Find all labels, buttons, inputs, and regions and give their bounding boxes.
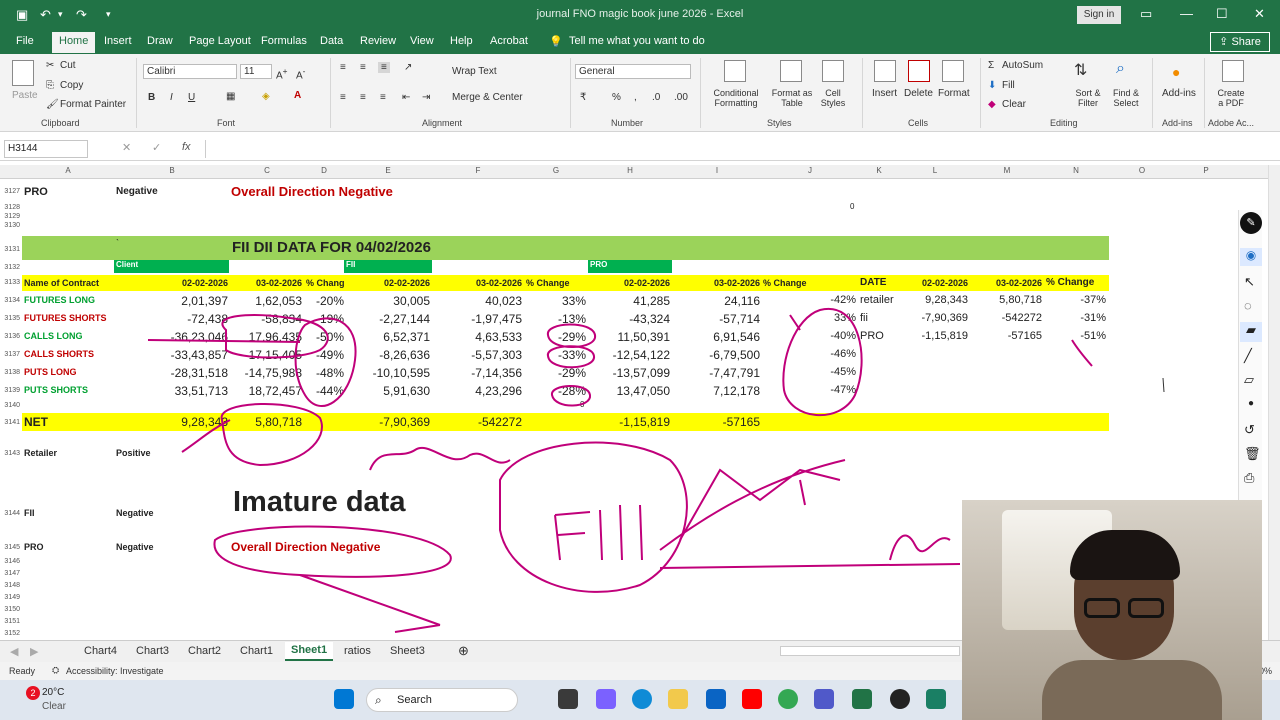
- weather-badge[interactable]: 2: [26, 686, 40, 700]
- next-sheet-icon[interactable]: ▶: [30, 645, 38, 658]
- horizontal-scrollbar[interactable]: [780, 646, 960, 656]
- person-shoulders: [1042, 660, 1222, 720]
- pen-toolbar: ✎ ◉ ↖ ◌ ▰ ╱ ▱ ● ↺ 🗑 ⎙: [1238, 210, 1262, 500]
- ink-circle-fii-pct2: [547, 345, 595, 369]
- dot-icon[interactable]: ●: [1248, 398, 1254, 409]
- windows-start-icon[interactable]: [334, 689, 354, 709]
- ink-direction-oval: [213, 525, 452, 578]
- ink-big-circle: [499, 441, 688, 593]
- outlook-icon[interactable]: [706, 689, 726, 709]
- ink-tick-right: [1162, 377, 1165, 393]
- ink-down-arrow: [299, 574, 441, 633]
- webcam-overlay: [962, 500, 1262, 720]
- pen-icon[interactable]: ✎: [1240, 212, 1262, 234]
- highlighter-icon[interactable]: ▰: [1240, 322, 1262, 342]
- person-hair: [1070, 530, 1180, 580]
- search-icon: ⌕: [375, 693, 382, 707]
- weather-desc: Clear: [42, 701, 66, 712]
- sheet-tab-chart3[interactable]: Chart3: [136, 645, 169, 657]
- vertical-scrollbar[interactable]: [1268, 165, 1280, 640]
- sheet-tab-ratios[interactable]: ratios: [344, 645, 371, 657]
- search-label: Search: [397, 694, 432, 706]
- glasses-left: [1084, 598, 1120, 618]
- ink-circle-fii-pct3: [551, 385, 591, 407]
- ink-next-word: [889, 534, 951, 561]
- ink-reject-scribble: [369, 447, 511, 471]
- youtube-icon[interactable]: [742, 689, 762, 709]
- status-ready: Ready: [9, 666, 36, 676]
- task-view-icon[interactable]: [558, 689, 578, 709]
- screenshot-icon[interactable]: ⎙: [1244, 470, 1254, 486]
- undo-ink-icon[interactable]: ↺: [1244, 422, 1255, 438]
- sheet-tab-chart4[interactable]: Chart4: [84, 645, 117, 657]
- trash-icon[interactable]: 🗑: [1244, 446, 1261, 462]
- cursor-icon[interactable]: ↖: [1244, 274, 1255, 290]
- eye-icon[interactable]: ◉: [1240, 248, 1262, 266]
- ink-tick: [789, 314, 801, 331]
- glasses-right: [1128, 598, 1164, 618]
- prev-sheet-icon[interactable]: ◀: [10, 645, 18, 658]
- eraser-tool-icon[interactable]: ▱: [1244, 372, 1254, 388]
- file-explorer-icon[interactable]: [668, 689, 688, 709]
- ink-fii-letters: [554, 504, 643, 561]
- spotlight-icon[interactable]: ◌: [1244, 298, 1252, 313]
- ink-strike-line: [147, 339, 301, 343]
- edge-icon[interactable]: [632, 689, 652, 709]
- ink-oval-pro: [782, 307, 863, 417]
- add-sheet-button[interactable]: ⊕: [458, 643, 469, 659]
- teams-icon[interactable]: [814, 689, 834, 709]
- line-icon[interactable]: ╱: [1244, 348, 1252, 364]
- app-icon[interactable]: [926, 689, 946, 709]
- sheet-tab-sheet1[interactable]: Sheet1: [285, 642, 334, 661]
- taskbar-search[interactable]: ⌕ Search: [366, 688, 518, 712]
- excel-icon[interactable]: [852, 689, 872, 709]
- sheet-tab-chart1[interactable]: Chart1: [240, 645, 273, 657]
- ink-curve-fii: [181, 419, 231, 453]
- ink-underline: [659, 563, 961, 569]
- chrome-icon[interactable]: [778, 689, 798, 709]
- ink-small-stroke: [1071, 339, 1093, 367]
- recorder-icon[interactable]: [890, 689, 910, 709]
- sheet-tab-chart2[interactable]: Chart2: [188, 645, 221, 657]
- weather-temp[interactable]: 20°C: [42, 687, 64, 698]
- sheet-tab-sheet3[interactable]: Sheet3: [390, 645, 425, 657]
- ink-circle-fii-pct1: [547, 323, 596, 348]
- accessibility-icon[interactable]: ⛭: [52, 665, 59, 676]
- accessibility-status[interactable]: Accessibility: Investigate: [66, 666, 164, 676]
- ink-circle-net: [220, 403, 323, 467]
- copilot-icon[interactable]: [596, 689, 616, 709]
